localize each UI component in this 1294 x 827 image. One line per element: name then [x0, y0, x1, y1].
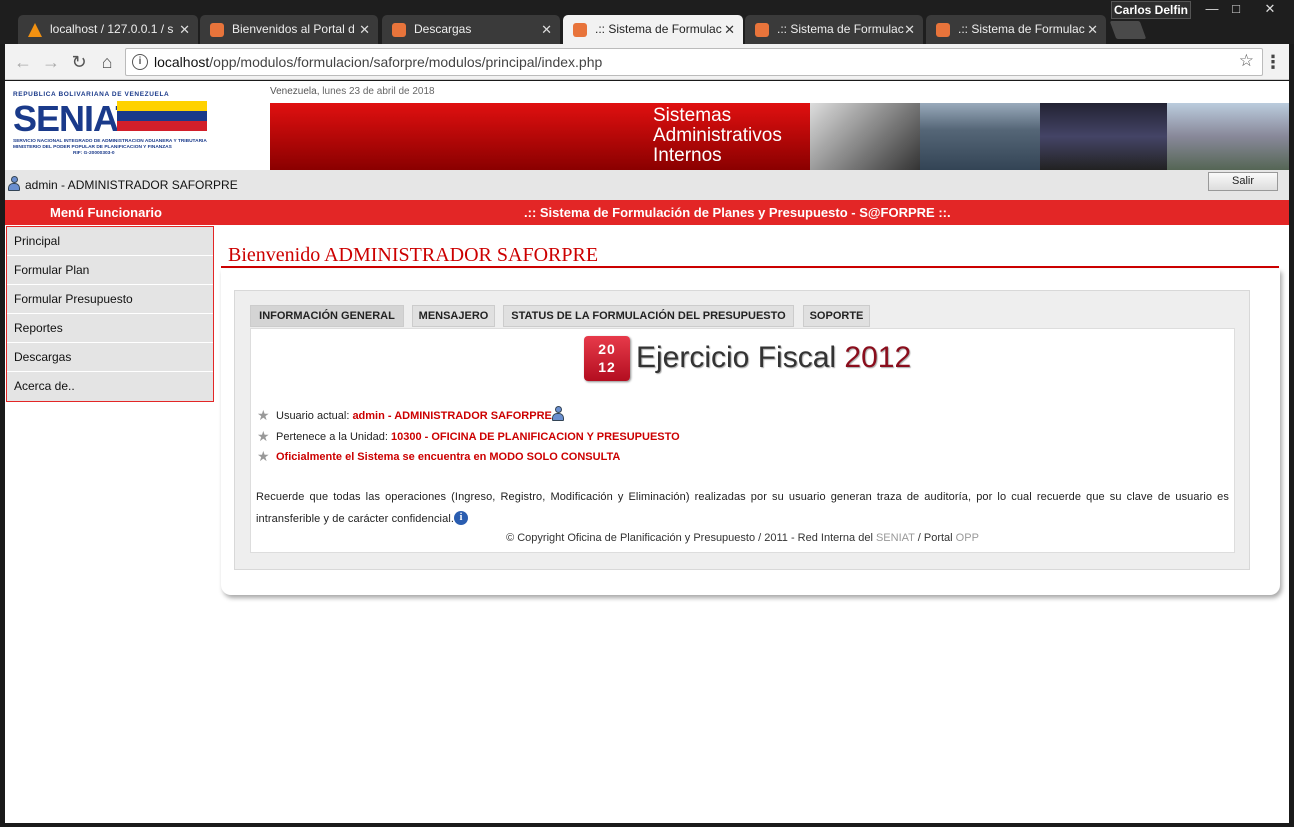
user-icon [551, 406, 564, 422]
logout-button[interactable]: Salir [1208, 172, 1278, 191]
current-user-line: ★ Usuario actual: admin - ADMINISTRADOR S… [257, 406, 564, 422]
home-icon[interactable]: ⌂ [95, 50, 119, 74]
title-bar: Carlos Delfin — □ ✕ localhost / 127.0.0.… [0, 0, 1294, 44]
calendar-2012-icon: 20 12 [584, 336, 630, 381]
fiscal-year-title: Ejercicio Fiscal 2012 [636, 341, 912, 374]
browser-tab-active[interactable]: .:: Sistema de Formulac ✕ [563, 15, 743, 44]
heading-divider [221, 266, 1279, 268]
campus-photo [1167, 103, 1289, 170]
xampp-icon [936, 23, 950, 37]
page-viewport: REPUBLICA BOLIVARIANA DE VENEZUELA SENIA… [5, 81, 1289, 823]
star-icon: ★ [257, 428, 270, 444]
header-banner: Sistemas Administrativos Internos [270, 103, 1289, 170]
user-bar: admin - ADMINISTRADOR SAFORPRE [5, 170, 1289, 200]
browser-menu-icon[interactable]: ⋮ [1263, 50, 1283, 74]
side-menu: Principal Formular Plan Formular Presupu… [6, 226, 214, 402]
tab-title: Bienvenidos al Portal d [232, 22, 355, 36]
browser-toolbar: ← → ↻ ⌂ i localhost/opp/modulos/formulac… [5, 44, 1289, 80]
browser-tab[interactable]: localhost / 127.0.0.1 / s ✕ [18, 15, 198, 44]
tab-soporte[interactable]: SOPORTE [803, 305, 870, 327]
info-icon[interactable]: i [454, 511, 469, 525]
profile-button[interactable]: Carlos Delfin [1111, 1, 1191, 19]
close-tab-icon[interactable]: ✕ [904, 15, 915, 44]
close-tab-icon[interactable]: ✕ [359, 15, 370, 44]
side-menu-item-acerca-de[interactable]: Acerca de.. [7, 372, 213, 401]
tab-title: .:: Sistema de Formulac [777, 22, 904, 36]
browser-tab[interactable]: Bienvenidos al Portal d ✕ [200, 15, 378, 44]
main-nav-bar: Menú Funcionario .:: Sistema de Formulac… [5, 200, 1289, 225]
info-icon[interactable]: i [132, 54, 148, 70]
side-menu-item-formular-presupuesto[interactable]: Formular Presupuesto [7, 285, 213, 314]
logo-top-text: REPUBLICA BOLIVARIANA DE VENEZUELA [13, 91, 170, 98]
new-tab-button[interactable] [1109, 21, 1147, 39]
url-text[interactable]: localhost/opp/modulos/formulacion/saforp… [154, 49, 602, 75]
close-tab-icon[interactable]: ✕ [179, 15, 190, 44]
logo-subtitle: SERVICIO NACIONAL INTEGRADO DE ADMINISTR… [13, 139, 207, 156]
opp-link[interactable]: OPP [956, 532, 979, 544]
date-line: Venezuela, lunes 23 de abril de 2018 [270, 86, 435, 97]
close-tab-icon[interactable]: ✕ [724, 15, 735, 44]
side-menu-item-reportes[interactable]: Reportes [7, 314, 213, 343]
xampp-icon [392, 23, 406, 37]
copyright-footer: © Copyright Oficina de Planificación y P… [506, 532, 979, 544]
xampp-icon [573, 23, 587, 37]
welcome-heading: Bienvenido ADMINISTRADOR SAFORPRE [228, 244, 599, 266]
current-user-label: admin - ADMINISTRADOR SAFORPRE [25, 178, 238, 192]
seniat-link[interactable]: SENIAT [876, 532, 915, 544]
tab-mensajero[interactable]: MENSAJERO [412, 305, 495, 327]
forward-icon[interactable]: → [39, 50, 63, 74]
address-bar[interactable]: i localhost/opp/modulos/formulacion/safo… [125, 48, 1263, 76]
browser-tab[interactable]: Descargas ✕ [382, 15, 560, 44]
banner-title: Sistemas Administrativos Internos [653, 105, 782, 166]
mode-notice-line: ★ Oficialmente el Sistema se encuentra en… [257, 448, 621, 464]
tab-title: Descargas [414, 22, 472, 36]
tab-title: .:: Sistema de Formulac [958, 22, 1085, 36]
minimize-icon[interactable]: — [1200, 1, 1224, 19]
close-tab-icon[interactable]: ✕ [541, 15, 552, 44]
close-window-icon[interactable]: ✕ [1250, 1, 1290, 19]
browser-tab[interactable]: .:: Sistema de Formulac ✕ [926, 15, 1106, 44]
xampp-icon [755, 23, 769, 37]
system-title: .:: Sistema de Formulación de Planes y P… [524, 205, 951, 220]
unit-line: ★ Pertenece a la Unidad: 10300 - OFICINA … [257, 428, 680, 444]
reload-icon[interactable]: ↻ [67, 50, 91, 74]
tab-status-formulacion[interactable]: STATUS DE LA FORMULACIÓN DEL PRESUPUESTO [503, 305, 794, 327]
building-photo [920, 103, 1040, 170]
audit-reminder: Recuerde que todas las operaciones (Ingr… [256, 491, 1229, 525]
seniat-logo: REPUBLICA BOLIVARIANA DE VENEZUELA SENIA… [13, 91, 209, 161]
side-menu-item-principal[interactable]: Principal [7, 227, 213, 256]
phpmyadmin-icon [28, 23, 42, 37]
tab-title: .:: Sistema de Formulac [595, 22, 722, 36]
venezuela-flag-icon [117, 101, 207, 131]
side-menu-item-descargas[interactable]: Descargas [7, 343, 213, 372]
user-icon [8, 176, 20, 192]
star-icon: ★ [257, 448, 270, 464]
browser-tab[interactable]: .:: Sistema de Formulac ✕ [745, 15, 923, 44]
tab-informacion-general[interactable]: INFORMACIÓN GENERAL [250, 305, 404, 327]
close-tab-icon[interactable]: ✕ [1087, 15, 1098, 44]
keyboard-photo [810, 103, 920, 170]
xampp-icon [210, 23, 224, 37]
browser-window: Carlos Delfin — □ ✕ localhost / 127.0.0.… [0, 0, 1294, 827]
back-icon[interactable]: ← [11, 50, 35, 74]
flags-photo [1040, 103, 1167, 170]
side-menu-item-formular-plan[interactable]: Formular Plan [7, 256, 213, 285]
star-icon: ★ [257, 407, 270, 423]
maximize-icon[interactable]: □ [1224, 1, 1248, 19]
menu-title: Menú Funcionario [50, 205, 162, 220]
tab-title: localhost / 127.0.0.1 / s [50, 22, 174, 36]
bookmark-star-icon[interactable]: ☆ [1239, 51, 1254, 71]
